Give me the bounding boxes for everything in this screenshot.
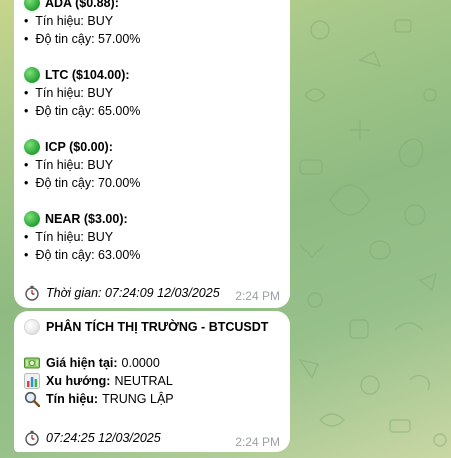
stopwatch-icon bbox=[24, 430, 40, 446]
message-bubble-analysis[interactable]: PHÂN TÍCH THỊ TRƯỜNG - BTCUSDT Giá hiện … bbox=[14, 311, 290, 452]
white-circle-icon bbox=[24, 319, 40, 335]
signal-label: Tín hiệu: bbox=[35, 86, 84, 100]
money-icon bbox=[24, 355, 40, 371]
signal-label: Tín hiệu: bbox=[46, 392, 99, 406]
trend-line: Xu hướng: NEUTRAL bbox=[24, 372, 280, 390]
green-circle-icon bbox=[24, 67, 40, 83]
signal-value: TRUNG LẬP bbox=[102, 392, 174, 406]
trend-label: Xu hướng: bbox=[46, 374, 111, 388]
coin-name: ICP ($0.00): bbox=[45, 140, 113, 154]
timestamp-text: Thời gian: 07:24:09 12/03/2025 bbox=[46, 286, 220, 300]
confidence-value: 57.00% bbox=[98, 32, 141, 46]
coin-block: ICP ($0.00): • Tín hiệu: BUY • Độ tin cậ… bbox=[24, 139, 141, 190]
signal-value: BUY bbox=[87, 86, 114, 100]
message-bubble-signals[interactable]: ADA ($0.88): • Tín hiệu: BUY • Độ tin cậ… bbox=[14, 0, 290, 308]
confidence-label: Độ tin cậy: bbox=[35, 32, 95, 46]
timestamp-text: 07:24:25 12/03/2025 bbox=[46, 431, 161, 445]
signal-value: BUY bbox=[87, 158, 114, 172]
coin-block: LTC ($104.00): • Tín hiệu: BUY • Độ tin … bbox=[24, 67, 141, 118]
coin-block: NEAR ($3.00): • Tín hiệu: BUY • Độ tin c… bbox=[24, 211, 141, 262]
confidence-value: 65.00% bbox=[98, 104, 141, 118]
stopwatch-icon bbox=[24, 285, 40, 301]
coin-name: ADA ($0.88): bbox=[45, 0, 119, 10]
signal-value: BUY bbox=[87, 230, 114, 244]
coin-block: ADA ($0.88): • Tín hiệu: BUY • Độ tin cậ… bbox=[24, 0, 280, 48]
price-line: Giá hiện tại: 0.0000 bbox=[24, 354, 280, 372]
confidence-label: Độ tin cậy: bbox=[35, 104, 95, 118]
signal-label: Tín hiệu: bbox=[35, 14, 84, 28]
analysis-title: PHÂN TÍCH THỊ TRƯỜNG - BTCUSDT bbox=[24, 318, 280, 336]
coin-name: LTC ($104.00): bbox=[45, 68, 130, 82]
trend-value: NEUTRAL bbox=[114, 374, 173, 388]
confidence-value: 70.00% bbox=[98, 176, 141, 190]
signal-label: Tín hiệu: bbox=[35, 230, 84, 244]
green-circle-icon bbox=[24, 211, 40, 227]
confidence-value: 63.00% bbox=[98, 248, 141, 262]
confidence-label: Độ tin cậy: bbox=[35, 176, 95, 190]
coin-name: NEAR ($3.00): bbox=[45, 212, 128, 226]
message-time: 2:24 PM bbox=[235, 289, 280, 303]
bar-chart-icon bbox=[24, 373, 40, 389]
green-circle-icon bbox=[24, 0, 40, 11]
price-label: Giá hiện tại: bbox=[46, 356, 118, 370]
magnifier-icon bbox=[24, 391, 40, 407]
message-footer: 07:24:25 12/03/2025 2:24 PM bbox=[24, 429, 280, 449]
green-circle-icon bbox=[24, 139, 40, 155]
message-footer: Thời gian: 07:24:09 12/03/2025 2:24 PM bbox=[24, 284, 280, 303]
signal-label: Tín hiệu: bbox=[35, 158, 84, 172]
title-text: PHÂN TÍCH THỊ TRƯỜNG - BTCUSDT bbox=[46, 320, 269, 334]
confidence-label: Độ tin cậy: bbox=[35, 248, 95, 262]
price-value: 0.0000 bbox=[121, 356, 160, 370]
message-time: 2:24 PM bbox=[235, 435, 280, 449]
signal-line: Tín hiệu: TRUNG LẬP bbox=[24, 390, 280, 408]
signal-value: BUY bbox=[87, 14, 114, 28]
